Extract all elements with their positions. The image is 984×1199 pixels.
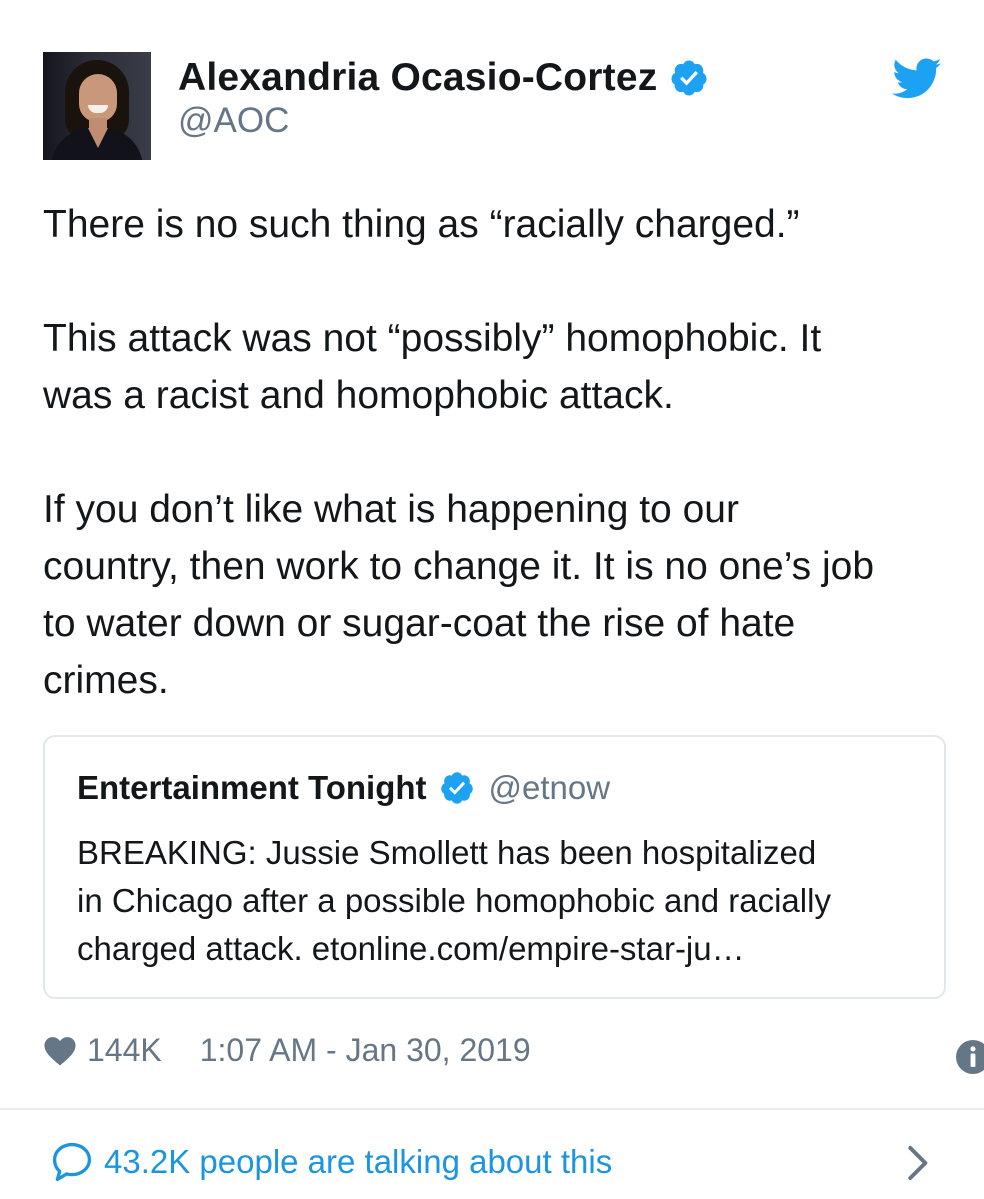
chevron-right-icon[interactable] [900, 1143, 934, 1183]
verified-badge-icon [440, 772, 473, 804]
conversation-link[interactable]: 43.2K people are talking about this [50, 1140, 612, 1184]
tweet-line: If you don’t like what is happening to o… [43, 488, 739, 531]
heart-icon[interactable] [43, 1036, 77, 1066]
quoted-tweet-card[interactable]: Entertainment Tonight @etnow BREAKING: J… [43, 735, 946, 999]
tweet-line: crimes. [43, 659, 169, 702]
avatar[interactable] [43, 52, 151, 160]
quoted-line: charged attack. etonline.com/empire-star… [77, 930, 745, 967]
quoted-line: BREAKING: Jussie Smollett has been hospi… [77, 834, 817, 871]
tweet-line: There is no such thing as “racially char… [43, 203, 800, 246]
info-icon[interactable] [956, 1040, 984, 1074]
speech-bubble-icon [52, 1142, 92, 1182]
conversation-label[interactable]: 43.2K people are talking about this [104, 1143, 612, 1181]
tweet-text: There is no such thing as “racially char… [43, 196, 953, 709]
tweet-header: Alexandria Ocasio-Cortez @AOC [43, 52, 943, 162]
tweet-line: to water down or sugar-coat the rise of … [43, 602, 796, 645]
tweet-timestamp[interactable]: 1:07 AM - Jan 30, 2019 [200, 1032, 531, 1069]
tweet-line: This attack was not “possibly” homophobi… [43, 317, 822, 360]
quoted-tweet-header: Entertainment Tonight @etnow [77, 769, 610, 807]
tweet-meta: 144K 1:07 AM - Jan 30, 2019 [43, 1032, 531, 1069]
twitter-bird-icon[interactable] [891, 58, 943, 100]
verified-badge-icon [671, 60, 707, 96]
quoted-author-name: Entertainment Tonight [77, 769, 427, 806]
divider [0, 1108, 984, 1110]
quoted-line: in Chicago after a possible homophobic a… [77, 882, 831, 919]
quoted-author-handle: @etnow [488, 769, 611, 806]
quoted-tweet-text: BREAKING: Jussie Smollett has been hospi… [77, 829, 917, 973]
author-name-row: Alexandria Ocasio-Cortez [178, 56, 709, 100]
like-count[interactable]: 144K [87, 1032, 162, 1069]
author-handle[interactable]: @AOC [178, 101, 289, 141]
author-display-name[interactable]: Alexandria Ocasio-Cortez [178, 56, 657, 100]
tweet-line: was a racist and homophobic attack. [43, 374, 674, 417]
tweet-line: country, then work to change it. It is n… [43, 545, 875, 588]
